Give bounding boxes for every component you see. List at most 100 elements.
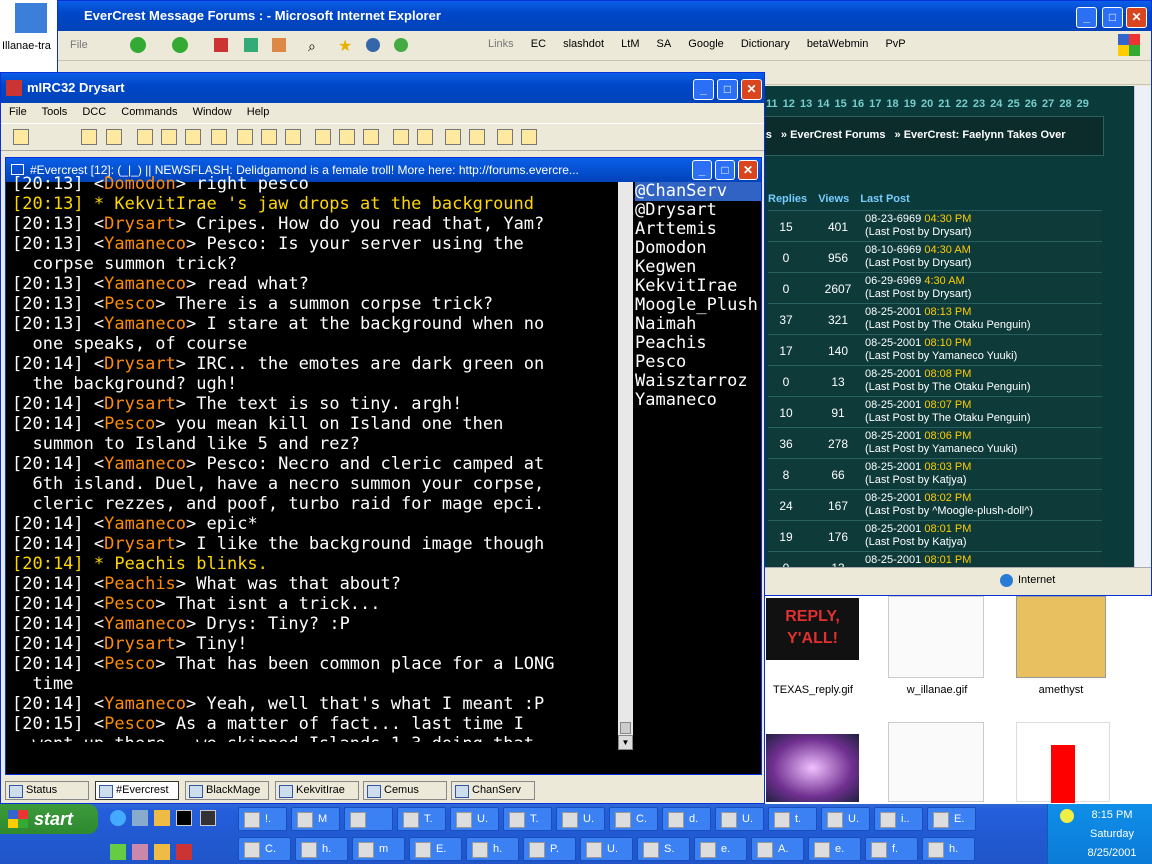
finger-icon[interactable] <box>315 129 331 145</box>
texas-reply-thumbnail[interactable]: REPLY, Y'ALL! <box>766 598 859 660</box>
nick-item[interactable]: Waisztarroz <box>635 372 761 391</box>
nick-item[interactable]: @ChanServ <box>635 182 761 201</box>
help-icon[interactable] <box>497 129 513 145</box>
menu-file[interactable]: File <box>70 39 88 51</box>
nick[interactable]: Yamaneco <box>104 614 186 634</box>
stop-icon[interactable] <box>214 38 228 52</box>
link-slashdot[interactable]: slashdot <box>563 38 604 50</box>
app-icon[interactable] <box>110 844 126 860</box>
taskbar-button[interactable]: T. <box>503 807 552 831</box>
channel-list-icon[interactable] <box>161 129 177 145</box>
table-row[interactable]: 37 321 08-25-2001 08:13 PM (Last Post by Th… <box>768 303 1102 333</box>
timer-icon[interactable] <box>261 129 277 145</box>
menu-dcc[interactable]: DCC <box>82 106 106 118</box>
switch-kekvitirae[interactable]: KekvitIrae <box>275 781 359 800</box>
cascade-icon[interactable] <box>393 129 409 145</box>
link-google[interactable]: Google <box>688 38 723 50</box>
taskbar-button[interactable]: S. <box>637 837 690 861</box>
nick-item[interactable]: Yamaneco <box>635 391 761 410</box>
taskbar-button[interactable]: h. <box>466 837 519 861</box>
chat-icon[interactable] <box>237 129 253 145</box>
options-icon[interactable] <box>81 129 97 145</box>
taskbar-button[interactable]: A. <box>751 837 804 861</box>
nick[interactable]: Pesco <box>104 414 155 434</box>
last-post-cell[interactable]: 06-29-6969 4:30 AM (Last Post by Drysart) <box>865 275 971 301</box>
table-row[interactable]: 19 176 08-25-2001 08:01 PM (Last Post by Ka… <box>768 520 1102 550</box>
minimize-button[interactable]: _ <box>692 160 712 180</box>
nick[interactable]: Yamaneco <box>104 514 186 534</box>
refresh-icon[interactable] <box>244 38 258 52</box>
arrange-icon[interactable] <box>469 129 485 145</box>
last-post-cell[interactable]: 08-25-2001 08:07 PM (Last Post by The Ota… <box>865 399 1031 425</box>
menu-tools[interactable]: Tools <box>42 106 68 118</box>
nick[interactable]: Drysart <box>104 214 176 234</box>
nick-item[interactable]: Domodon <box>635 239 761 258</box>
last-post-cell[interactable]: 08-25-2001 08:06 PM (Last Post by Yamanec… <box>865 430 1017 456</box>
nick[interactable]: Drysart <box>104 354 176 374</box>
taskbar-button[interactable]: i.. <box>874 807 923 831</box>
minimize-button[interactable]: _ <box>1076 7 1097 28</box>
table-row[interactable]: 36 278 08-25-2001 08:06 PM (Last Post by Ya… <box>768 427 1102 457</box>
console-icon[interactable] <box>200 810 216 826</box>
amethyst-thumbnail[interactable] <box>1016 596 1106 678</box>
link-betawebmin[interactable]: betaWebmin <box>807 38 869 50</box>
last-post-cell[interactable]: 08-23-6969 04:30 PM (Last Post by Drysart… <box>865 213 971 239</box>
last-post-cell[interactable]: 08-25-2001 08:01 PM <box>865 554 971 567</box>
illanae-thumbnail[interactable] <box>888 596 984 678</box>
table-row[interactable]: 0 2607 06-29-6969 4:30 AM (Last Post by Dry… <box>768 272 1102 302</box>
taskbar-button[interactable]: h. <box>295 837 348 861</box>
favorites-icon[interactable]: ★ <box>338 36 352 56</box>
last-post-cell[interactable]: 08-25-2001 08:02 PM (Last Post by ^Moogle… <box>865 492 1033 518</box>
nick-item[interactable]: Arttemis <box>635 220 761 239</box>
colors-icon[interactable] <box>363 129 379 145</box>
folder-icon[interactable] <box>154 810 170 826</box>
maximize-button[interactable]: □ <box>715 160 735 180</box>
table-row[interactable]: 0 956 08-10-6969 04:30 AM (Last Post by Dry… <box>768 241 1102 271</box>
maximize-button[interactable]: □ <box>1102 7 1123 28</box>
taskbar-button[interactable]: E. <box>927 807 976 831</box>
menu-window[interactable]: Window <box>193 106 232 118</box>
taskbar-button[interactable]: U. <box>580 837 633 861</box>
maximize-button[interactable]: □ <box>717 79 738 100</box>
table-row[interactable]: 15 401 08-23-6969 04:30 PM (Last Post by Dr… <box>768 210 1102 240</box>
last-post-cell[interactable]: 08-25-2001 08:03 PM (Last Post by Katjya) <box>865 461 971 487</box>
nick[interactable]: Yamaneco <box>104 314 186 334</box>
taskbar-button[interactable] <box>344 807 393 831</box>
send-file-icon[interactable] <box>211 129 227 145</box>
taskbar-button[interactable]: P. <box>523 837 576 861</box>
switch-status[interactable]: Status <box>5 781 89 800</box>
console-icon[interactable] <box>176 810 192 826</box>
mirc-titlebar[interactable]: mIRC32 Drysart _ □ ✕ <box>1 73 764 103</box>
search-icon[interactable]: ⌕ <box>308 38 316 55</box>
nick-item[interactable]: KekvitIrae <box>635 277 761 296</box>
start-button[interactable]: start <box>0 804 98 834</box>
close-button[interactable]: ✕ <box>741 79 762 100</box>
nick-list[interactable]: @ChanServ @Drysart Arttemis Domodon Kegwen Ke… <box>633 182 761 750</box>
nick-item[interactable]: Kegwen <box>635 258 761 277</box>
connect-icon[interactable] <box>13 129 29 145</box>
taskbar-button[interactable]: C. <box>609 807 658 831</box>
tile-horizontal-icon[interactable] <box>445 129 461 145</box>
table-row[interactable]: 8 66 08-25-2001 08:03 PM (Last Post by Katj… <box>768 458 1102 488</box>
table-row[interactable]: 0 13 08-25-2001 08:08 PM (Last Post by The … <box>768 365 1102 395</box>
folder-icon[interactable] <box>154 844 170 860</box>
taskbar-button[interactable]: m <box>352 837 405 861</box>
desktop-icon[interactable] <box>132 810 148 826</box>
nick[interactable]: Yamaneco <box>104 234 186 254</box>
breadcrumb-item[interactable]: » EverCrest Forums <box>781 129 886 141</box>
taskbar-button[interactable]: T. <box>397 807 446 831</box>
chat-scrollbar[interactable]: ▼ <box>618 182 633 750</box>
link-sa[interactable]: SA <box>657 38 672 50</box>
about-icon[interactable] <box>521 129 537 145</box>
image-thumbnail[interactable] <box>1016 722 1110 803</box>
nick[interactable]: Drysart <box>104 634 176 654</box>
taskbar-button[interactable]: E. <box>409 837 462 861</box>
app-icon[interactable] <box>176 844 192 860</box>
taskbar-button[interactable]: t. <box>768 807 817 831</box>
tray-icon[interactable] <box>1060 809 1074 823</box>
switch-blackmage[interactable]: BlackMage <box>185 781 269 800</box>
chat-log[interactable]: [20:13] <Domodon> right pesco [20:13] * K… <box>6 174 618 742</box>
nick[interactable]: Domodon <box>104 174 176 194</box>
switch-cemus[interactable]: Cemus <box>363 781 447 800</box>
ie-scrollbar[interactable] <box>1134 86 1151 567</box>
